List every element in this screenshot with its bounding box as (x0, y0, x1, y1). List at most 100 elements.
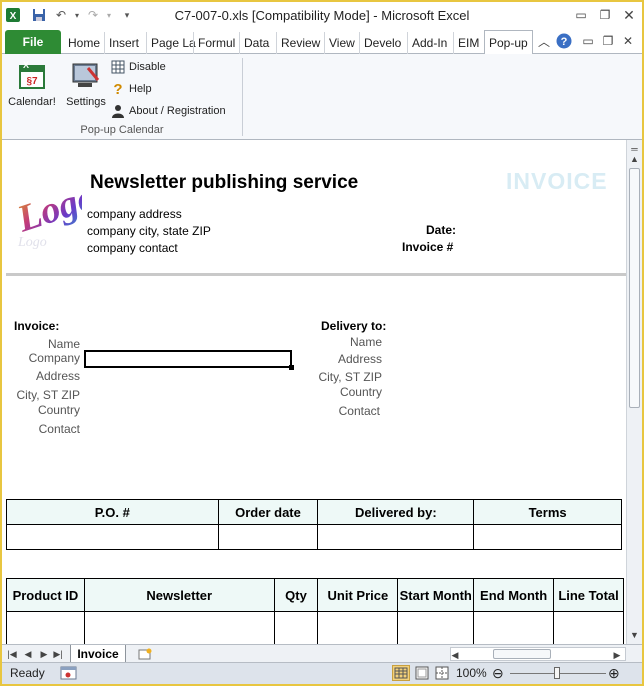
tab-pop-up[interactable]: Pop-up (484, 30, 533, 55)
bill-to-country-label: Country (37, 403, 80, 417)
invoice-number-label: Invoice # (402, 240, 454, 254)
company-city: company city, state ZIP (87, 224, 211, 238)
calendar-button-label: Calendar! (8, 96, 56, 108)
table-cell[interactable] (397, 611, 475, 644)
tab-page-layout[interactable]: Page La (146, 32, 200, 54)
workbook-close-icon[interactable]: ✕ (620, 33, 636, 49)
table-cell[interactable] (83, 611, 275, 644)
delivered-by-header: Delivered by: (317, 499, 475, 525)
help-button[interactable]: ? Help (110, 80, 151, 98)
tab-view[interactable]: View (324, 32, 359, 54)
tab-home[interactable]: Home (64, 32, 104, 54)
table-cell[interactable] (273, 611, 319, 644)
order-date-cell[interactable] (217, 524, 319, 550)
next-sheet-icon[interactable]: ▶ (38, 647, 50, 661)
page-layout-view-icon[interactable] (414, 665, 430, 684)
disable-label: Disable (129, 61, 166, 73)
terms-cell[interactable] (473, 524, 622, 550)
company-contact: company contact (87, 241, 178, 255)
first-sheet-icon[interactable]: |◀ (6, 647, 18, 661)
tab-developer[interactable]: Develo (359, 32, 405, 54)
scroll-left-icon[interactable]: ◀ (449, 648, 461, 662)
zoom-out-icon[interactable]: ⊖ (492, 665, 504, 682)
table-cell[interactable] (553, 611, 624, 644)
about-button[interactable]: About / Registration (110, 102, 226, 120)
last-sheet-icon[interactable]: ▶| (52, 647, 64, 661)
bill-to-address-label: Address (35, 369, 80, 383)
bill-to-city-label: City, ST ZIP (16, 388, 80, 402)
normal-view-icon[interactable] (392, 665, 410, 681)
horizontal-scroll-thumb[interactable] (493, 649, 551, 659)
prev-sheet-icon[interactable]: ◀ (22, 647, 34, 661)
start-month-header: Start Month (397, 578, 475, 612)
settings-button-label: Settings (66, 96, 106, 108)
question-icon: ? (113, 80, 123, 98)
restore-icon[interactable]: ❐ (596, 7, 614, 23)
table-cell[interactable] (473, 611, 555, 644)
sheet-tab-bar: |◀ ◀ ▶ ▶| Invoice ◀ ▶ (2, 644, 642, 663)
table-cell[interactable] (317, 611, 399, 644)
fill-handle[interactable] (289, 365, 294, 370)
calendar-button[interactable]: §7 X Calendar! (6, 58, 58, 116)
collapse-ribbon-icon[interactable]: ︿ (536, 33, 552, 49)
insert-sheet-icon[interactable] (134, 647, 156, 661)
user-icon (110, 103, 126, 119)
delivery-to-heading: Delivery to: (321, 319, 387, 333)
terms-header: Terms (473, 499, 622, 525)
worksheet[interactable]: Logo Logo Newsletter publishing service … (2, 140, 626, 644)
tab-add-ins[interactable]: Add-In (407, 32, 451, 54)
invoice-banner: INVOICE (506, 168, 608, 194)
tab-eim[interactable]: EIM (453, 32, 483, 54)
company-name: Newsletter publishing service (90, 172, 359, 193)
about-label: About / Registration (129, 105, 226, 117)
zoom-level[interactable]: 100% (456, 666, 487, 680)
workbook-minimize-icon[interactable]: ▭ (580, 33, 596, 49)
table-cell[interactable] (6, 611, 85, 644)
group-separator (242, 58, 243, 136)
svg-text:Logo: Logo (11, 176, 82, 241)
vertical-scrollbar[interactable]: ═ ▲ ▼ (626, 140, 642, 644)
group-name: Pop-up Calendar (80, 124, 164, 136)
minimize-icon[interactable]: ▭ (572, 7, 590, 23)
page-break-view-icon[interactable] (434, 665, 450, 684)
help-icon[interactable]: ? (556, 33, 572, 49)
close-icon[interactable]: ✕ (620, 7, 638, 23)
selected-cell[interactable] (84, 350, 292, 368)
tab-data[interactable]: Data (239, 32, 273, 54)
delivery-city-label: City, ST ZIP (318, 370, 382, 384)
company-logo: Logo Logo (8, 162, 101, 252)
order-info-table: P.O. # Order date Delivered by: Terms (6, 499, 622, 550)
tab-review[interactable]: Review (276, 32, 324, 54)
po-number-header: P.O. # (6, 499, 219, 525)
qty-header: Qty (273, 578, 319, 612)
tab-formulas[interactable]: Formul (193, 32, 239, 54)
bill-to-name-label: Name (47, 337, 80, 351)
sheet-tab-invoice[interactable]: Invoice (70, 645, 126, 663)
tab-insert[interactable]: Insert (104, 32, 143, 54)
grid-icon (110, 59, 126, 75)
disable-button[interactable]: Disable (110, 58, 166, 76)
delivery-contact-label: Contact (338, 404, 380, 418)
ribbon-tabs: File Home Insert Page La Formul Data Rev… (2, 28, 642, 55)
status-ready: Ready (10, 666, 45, 680)
delivered-by-cell[interactable] (317, 524, 475, 550)
bill-to-contact-label: Contact (38, 422, 80, 436)
unit-price-header: Unit Price (317, 578, 399, 612)
scroll-right-icon[interactable]: ▶ (611, 648, 623, 662)
vertical-scroll-thumb[interactable] (629, 168, 640, 408)
workbook-restore-icon[interactable]: ❐ (600, 33, 616, 49)
tab-file[interactable]: File (5, 30, 61, 54)
zoom-slider-thumb[interactable] (554, 667, 560, 679)
newsletter-header: Newsletter (83, 578, 275, 612)
bill-to-heading: Invoice: (14, 319, 60, 333)
horizontal-scrollbar[interactable]: ◀ ▶ (450, 647, 626, 661)
scroll-down-icon[interactable]: ▼ (627, 628, 642, 642)
zoom-in-icon[interactable]: ⊕ (608, 665, 620, 682)
calendar-icon: §7 X (16, 60, 48, 92)
po-number-cell[interactable] (6, 524, 219, 550)
scroll-up-icon[interactable]: ▲ (627, 152, 642, 166)
macro-record-icon[interactable] (60, 665, 78, 684)
settings-button[interactable]: Settings (60, 58, 112, 116)
bill-to-company-label: Company (28, 351, 80, 365)
date-label: Date: (426, 223, 457, 237)
